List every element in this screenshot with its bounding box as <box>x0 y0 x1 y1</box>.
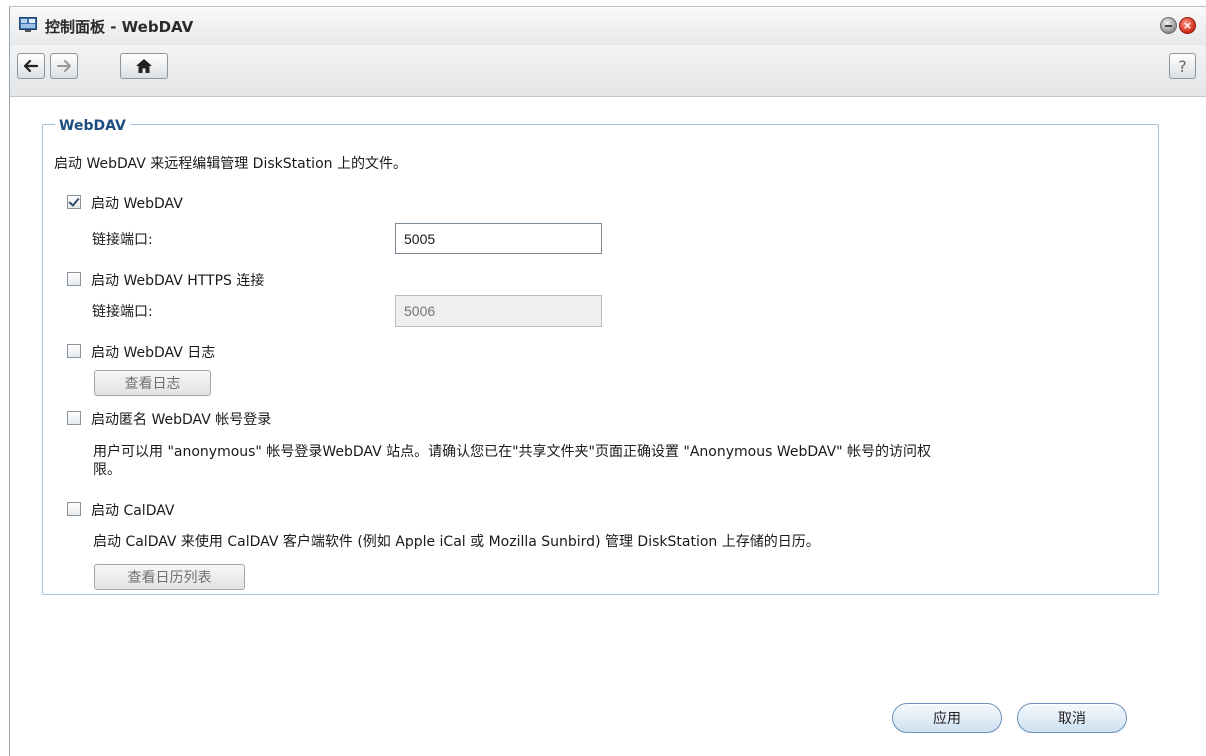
minimize-button[interactable] <box>1160 17 1177 34</box>
anonymous-description-line1: 用户可以用 "anonymous" 帐号登录WebDAV 站点。请确认您已在"共… <box>93 444 932 460</box>
enable-webdav-checkbox[interactable] <box>67 195 81 209</box>
enable-log-checkbox[interactable] <box>67 344 81 358</box>
enable-caldav-checkbox[interactable] <box>67 502 81 516</box>
enable-https-checkbox[interactable] <box>67 272 81 286</box>
section-legend: WebDAV <box>55 118 130 134</box>
home-icon <box>136 59 152 73</box>
view-log-button[interactable]: 查看日志 <box>94 370 211 396</box>
close-button[interactable]: × <box>1179 17 1196 34</box>
control-panel-icon <box>19 17 37 32</box>
apply-button[interactable]: 应用 <box>892 703 1002 733</box>
enable-https-label: 启动 WebDAV HTTPS 连接 <box>91 273 265 289</box>
enable-log-label: 启动 WebDAV 日志 <box>91 345 216 361</box>
arrow-left-icon <box>23 59 39 73</box>
cancel-button[interactable]: 取消 <box>1017 703 1127 733</box>
enable-caldav-label: 启动 CalDAV <box>91 503 175 519</box>
caldav-description: 启动 CalDAV 来使用 CalDAV 客户端软件 (例如 Apple iCa… <box>93 534 820 550</box>
anonymous-description-line2: 限。 <box>93 462 121 478</box>
forward-button[interactable] <box>50 53 78 79</box>
view-calendar-list-button[interactable]: 查看日历列表 <box>94 564 245 590</box>
https-port-input[interactable] <box>395 295 602 327</box>
enable-webdav-label: 启动 WebDAV <box>91 196 183 212</box>
toolbar: ? <box>10 45 1206 97</box>
window-title: 控制面板 - WebDAV <box>45 18 194 36</box>
help-button[interactable]: ? <box>1169 53 1196 79</box>
home-button[interactable] <box>120 53 168 79</box>
back-button[interactable] <box>17 53 45 79</box>
arrow-right-icon <box>57 60 71 72</box>
help-icon: ? <box>1178 56 1187 76</box>
title-bar: 控制面板 - WebDAV × <box>10 7 1206 45</box>
enable-anonymous-checkbox[interactable] <box>67 411 81 425</box>
https-port-label: 链接端口: <box>92 304 153 320</box>
section-description: 启动 WebDAV 来远程编辑管理 DiskStation 上的文件。 <box>54 156 407 172</box>
enable-anonymous-label: 启动匿名 WebDAV 帐号登录 <box>91 412 272 428</box>
webdav-port-label: 链接端口: <box>92 232 153 248</box>
webdav-port-input[interactable] <box>395 223 602 254</box>
